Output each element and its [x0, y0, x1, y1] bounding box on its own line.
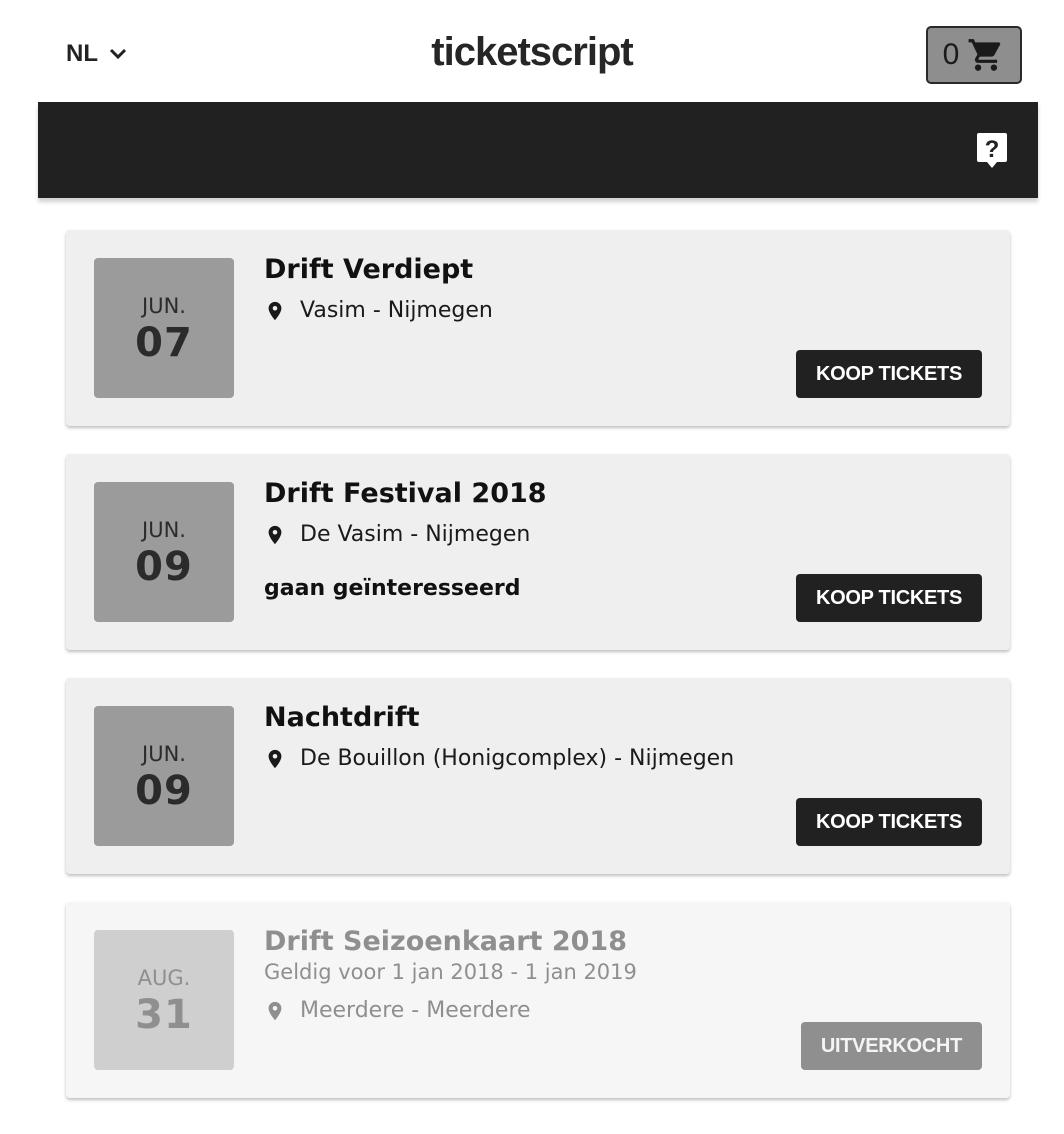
interest-text: gaan geïnteresseerd	[264, 576, 521, 601]
nav-bar: ?	[38, 102, 1038, 198]
top-header: NL ticketscript 0	[0, 0, 1064, 102]
event-location: Vasim - Nijmegen	[264, 298, 493, 323]
event-month: JUN.	[142, 742, 186, 766]
event-location-text: De Vasim - Nijmegen	[300, 522, 531, 547]
event-location-text: Vasim - Nijmegen	[300, 298, 493, 323]
event-card[interactable]: JUN. 09 Drift Festival 2018 De Vasim - N…	[66, 454, 1010, 650]
location-pin-icon	[268, 301, 282, 320]
validity-text: Geldig voor 1 jan 2018 - 1 jan 2019	[264, 960, 637, 984]
event-day: 31	[135, 992, 193, 1038]
event-location: De Bouillon (Honigcomplex) - Nijmegen	[264, 746, 734, 771]
event-location: Meerdere - Meerdere	[264, 998, 531, 1023]
location-pin-icon	[268, 749, 282, 768]
location-pin-icon	[268, 1001, 282, 1020]
buy-tickets-button[interactable]: KOOP TICKETS	[795, 798, 982, 846]
event-card[interactable]: JUN. 07 Drift Verdiept Vasim - Nijmegen …	[66, 230, 1010, 426]
event-location-text: De Bouillon (Honigcomplex) - Nijmegen	[300, 746, 735, 771]
event-location: De Vasim - Nijmegen	[264, 522, 530, 547]
event-day: 07	[135, 320, 193, 366]
date-badge: JUN. 09	[94, 482, 234, 622]
cart-button[interactable]: 0	[926, 26, 1022, 84]
event-day: 09	[135, 544, 193, 590]
event-location-text: Meerdere - Meerdere	[300, 998, 531, 1023]
sold-out-button: UITVERKOCHT	[800, 1022, 982, 1070]
brand-logo[interactable]: ticketscript	[0, 30, 1064, 75]
location-pin-icon	[268, 525, 282, 544]
shopping-cart-icon	[968, 39, 1001, 71]
event-title[interactable]: Drift Festival 2018	[264, 478, 547, 509]
event-month: JUN.	[142, 294, 186, 318]
event-day: 09	[135, 768, 193, 814]
date-badge: AUG. 31	[94, 930, 234, 1070]
buy-tickets-button[interactable]: KOOP TICKETS	[795, 350, 982, 398]
event-month: AUG.	[137, 966, 191, 990]
date-badge: JUN. 09	[94, 706, 234, 846]
event-title[interactable]: Drift Seizoenkaart 2018	[264, 926, 627, 957]
event-card[interactable]: AUG. 31 Drift Seizoenkaart 2018 Geldig v…	[66, 902, 1010, 1098]
svg-text:?: ?	[985, 136, 1000, 163]
buy-tickets-button[interactable]: KOOP TICKETS	[795, 574, 982, 622]
cart-count: 0	[942, 38, 960, 71]
event-title[interactable]: Nachtdrift	[264, 702, 420, 733]
help-icon[interactable]: ?	[976, 132, 1008, 170]
event-card[interactable]: JUN. 09 Nachtdrift De Bouillon (Honigcom…	[66, 678, 1010, 874]
event-month: JUN.	[142, 518, 186, 542]
event-title[interactable]: Drift Verdiept	[264, 254, 473, 285]
date-badge: JUN. 07	[94, 258, 234, 398]
